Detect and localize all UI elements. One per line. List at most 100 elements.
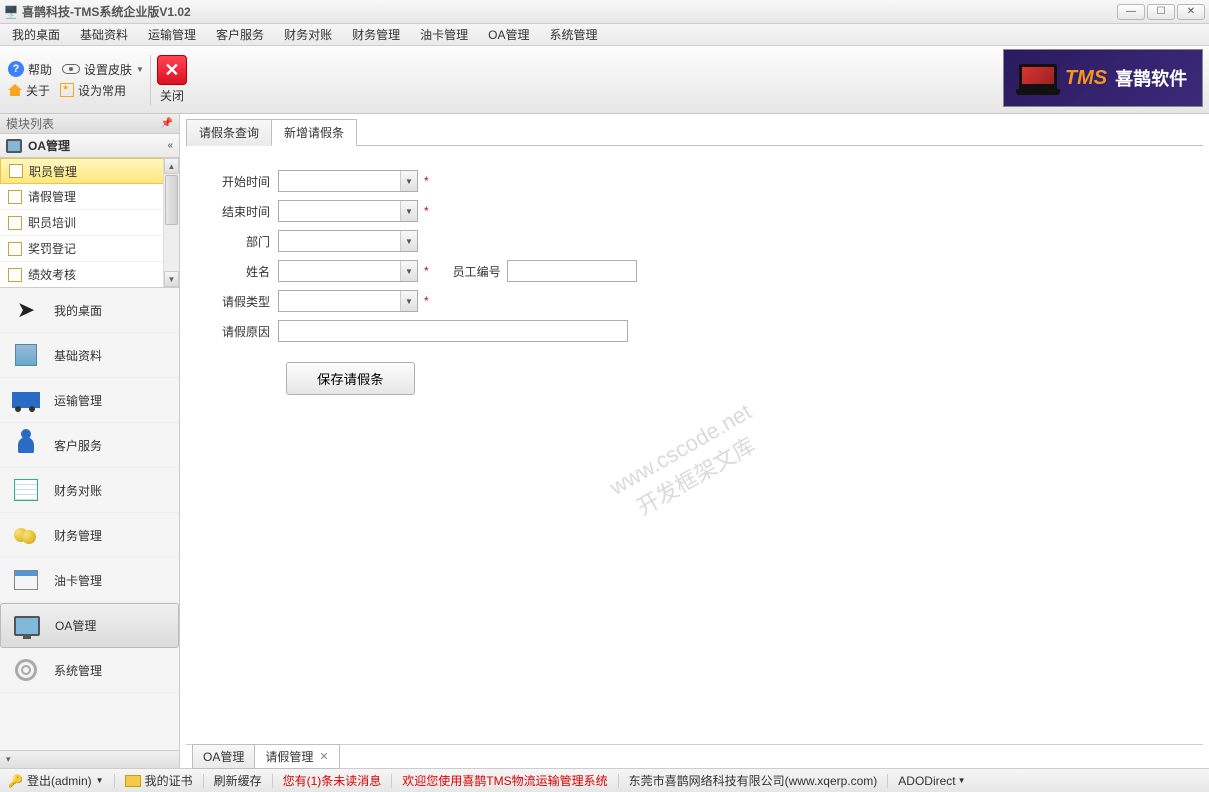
nav-finance-recon[interactable]: 财务对账: [0, 468, 179, 513]
reason-input[interactable]: [278, 320, 628, 342]
menu-finance-mgmt[interactable]: 财务管理: [348, 24, 404, 45]
label-reason: 请假原因: [198, 323, 278, 340]
nav-label: 运输管理: [54, 392, 102, 409]
close-button[interactable]: ✕: [157, 55, 187, 85]
sidebar-item-perf[interactable]: 绩效考核: [0, 262, 179, 288]
menu-desktop[interactable]: 我的桌面: [8, 24, 64, 45]
form-area: 开始时间 ▼ * 结束时间 ▼ * 部门 ▼ 姓名 ▼ * 员工编号 请假类型: [186, 146, 1203, 744]
help-icon: ?: [8, 61, 24, 77]
menu-finance-recon[interactable]: 财务对账: [280, 24, 336, 45]
eye-icon: [62, 64, 80, 74]
scroll-down-icon[interactable]: ▼: [164, 271, 179, 287]
menu-basedata[interactable]: 基础资料: [76, 24, 132, 45]
window-icon: [12, 567, 40, 593]
favorite-button[interactable]: 设为常用: [60, 82, 126, 99]
title-bar: 🖥️ 喜鹊科技-TMS系统企业版V1.02 — ☐ ✕: [0, 0, 1209, 24]
chevron-down-icon[interactable]: ▼: [400, 261, 417, 281]
main-area: 请假条查询 新增请假条 开始时间 ▼ * 结束时间 ▼ * 部门 ▼ 姓名 ▼ …: [180, 114, 1209, 768]
gear-icon: [12, 657, 40, 683]
minimize-button[interactable]: —: [1117, 4, 1145, 20]
skin-button[interactable]: 设置皮肤▼: [62, 61, 144, 78]
sidebar-item-staff[interactable]: 职员管理: [0, 158, 179, 184]
refresh-button[interactable]: 刷新缓存: [214, 772, 262, 789]
about-label: 关于: [26, 82, 50, 99]
btab-oa[interactable]: OA管理: [192, 744, 255, 769]
nav-transport[interactable]: 运输管理: [0, 378, 179, 423]
tab-label: 请假条查询: [199, 126, 259, 140]
sidebar-item-reward[interactable]: 奖罚登记: [0, 236, 179, 262]
sidebar-item-label: 职员管理: [29, 163, 77, 180]
chevron-down-icon[interactable]: ▼: [400, 171, 417, 191]
sidebar-item-label: 职员培训: [28, 214, 76, 231]
menu-oa[interactable]: OA管理: [484, 24, 533, 45]
about-button[interactable]: 关于: [8, 82, 50, 99]
leave-type-combo[interactable]: ▼: [278, 290, 418, 312]
nav-label: 财务管理: [54, 527, 102, 544]
brand-logo: TMS 喜鹊软件: [1003, 49, 1203, 107]
empno-input[interactable]: [507, 260, 637, 282]
sidebar-group-header[interactable]: OA管理 «: [0, 134, 179, 158]
doc-icon: [8, 268, 22, 282]
label-end: 结束时间: [198, 203, 278, 220]
label-type: 请假类型: [198, 293, 278, 310]
chevron-down-icon[interactable]: ▼: [400, 231, 417, 251]
bottom-tabs: OA管理 请假管理 ✕: [186, 744, 1203, 768]
menu-system[interactable]: 系统管理: [545, 24, 601, 45]
company-label: 东莞市喜鹊网络科技有限公司(www.xqerp.com): [629, 772, 878, 789]
end-datetime-combo[interactable]: ▼: [278, 200, 418, 222]
tab-leave-query[interactable]: 请假条查询: [186, 119, 272, 146]
name-combo[interactable]: ▼: [278, 260, 418, 282]
status-separator: [114, 774, 115, 788]
nav-system[interactable]: 系统管理: [0, 648, 179, 693]
watermark-text: 开发框架文库: [619, 424, 772, 530]
tree-scrollbar[interactable]: ▲ ▼: [163, 158, 179, 287]
sidebar-bottom[interactable]: ▾: [0, 750, 179, 768]
tab-leave-new[interactable]: 新增请假条: [271, 119, 357, 146]
menu-customer[interactable]: 客户服务: [212, 24, 268, 45]
favorite-icon: [60, 83, 74, 97]
refresh-label: 刷新缓存: [214, 772, 262, 789]
nav-finance-mgmt[interactable]: 财务管理: [0, 513, 179, 558]
help-button[interactable]: ?帮助: [8, 61, 52, 78]
inner-tabs: 请假条查询 新增请假条: [186, 118, 1203, 146]
btab-label: 请假管理: [265, 748, 313, 765]
scroll-thumb[interactable]: [165, 175, 178, 225]
sidebar-header-label: 模块列表: [6, 115, 54, 132]
welcome-label: 欢迎您使用喜鹊TMS物流运输管理系统: [402, 772, 607, 789]
maximize-button[interactable]: ☐: [1147, 4, 1175, 20]
menu-transport[interactable]: 运输管理: [144, 24, 200, 45]
btab-leave[interactable]: 请假管理 ✕: [254, 744, 339, 769]
window-title: 喜鹊科技-TMS系统企业版V1.02: [22, 3, 1117, 20]
sidebar-item-training[interactable]: 职员培训: [0, 210, 179, 236]
cert-label: 我的证书: [145, 772, 193, 789]
scroll-track[interactable]: [164, 226, 179, 271]
cert-button[interactable]: 我的证书: [125, 772, 193, 789]
unread-msg[interactable]: 您有(1)条未读消息: [283, 772, 382, 789]
label-name: 姓名: [198, 263, 278, 280]
scroll-up-icon[interactable]: ▲: [164, 158, 179, 174]
nav-label: OA管理: [55, 617, 96, 634]
nav-desktop[interactable]: ➤我的桌面: [0, 288, 179, 333]
nav-label: 我的桌面: [54, 302, 102, 319]
close-group: ✕ 关闭: [157, 55, 187, 104]
logout-button[interactable]: 🔑登出(admin)▼: [8, 772, 104, 789]
db-combo[interactable]: ADODirect▼: [898, 774, 965, 788]
nav-basedata[interactable]: 基础资料: [0, 333, 179, 378]
nav-oa[interactable]: OA管理: [0, 603, 179, 648]
chevron-down-icon[interactable]: ▼: [400, 291, 417, 311]
chevron-down-icon[interactable]: ▼: [400, 201, 417, 221]
nav-customer[interactable]: 客户服务: [0, 423, 179, 468]
chevron-down-icon: ▾: [6, 754, 11, 765]
close-tab-icon[interactable]: ✕: [319, 750, 328, 763]
sidebar-tree: 职员管理 请假管理 职员培训 奖罚登记 绩效考核 ▲ ▼: [0, 158, 179, 288]
dept-combo[interactable]: ▼: [278, 230, 418, 252]
logout-label: 登出(admin): [27, 772, 92, 789]
nav-oilcard[interactable]: 油卡管理: [0, 558, 179, 603]
pin-icon[interactable]: 📌: [161, 118, 173, 129]
sidebar-item-leave[interactable]: 请假管理: [0, 184, 179, 210]
nav-label: 油卡管理: [54, 572, 102, 589]
menu-oilcard[interactable]: 油卡管理: [416, 24, 472, 45]
start-datetime-combo[interactable]: ▼: [278, 170, 418, 192]
close-window-button[interactable]: ✕: [1177, 4, 1205, 20]
save-button[interactable]: 保存请假条: [286, 362, 415, 395]
